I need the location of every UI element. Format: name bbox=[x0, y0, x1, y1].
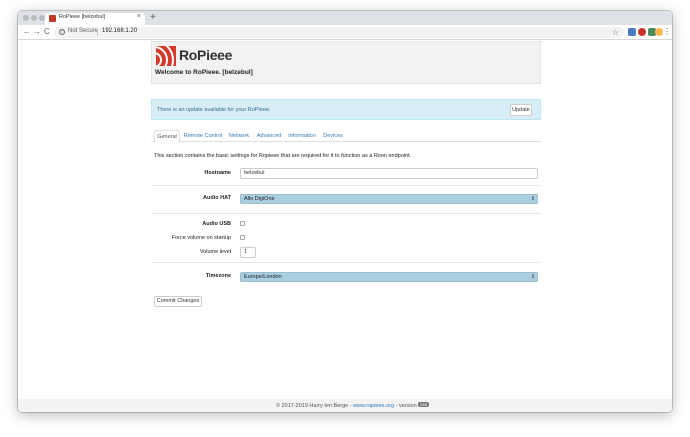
hostname-input[interactable]: belzebul bbox=[240, 168, 538, 179]
page-footer: © 2017-2019 Harry ten Berge - www.ropiee… bbox=[18, 399, 672, 412]
section-intro: This section contains the basic settings… bbox=[154, 153, 412, 159]
audio-hat-select[interactable]: Allo DigiOne ⇕ bbox=[240, 194, 538, 204]
timezone-selected: Europe/London bbox=[244, 274, 282, 280]
version-prefix: - version bbox=[394, 403, 419, 409]
tab-strip: RoPieee [belzebul] × + bbox=[18, 11, 672, 25]
volume-level-label: Volume level bbox=[199, 249, 231, 255]
address-bar[interactable]: i Not Secure 192.168.1.20 ☆ bbox=[54, 27, 624, 38]
ropieee-favicon-icon bbox=[49, 15, 56, 22]
audio-hat-selected: Allo DigiOne bbox=[244, 196, 275, 202]
page-viewport: RoPieee Welcome to RoPieee. [belzebul] T… bbox=[18, 41, 672, 412]
ropieee-site-link[interactable]: www.ropieee.org bbox=[353, 403, 394, 409]
divider bbox=[151, 213, 541, 214]
copyright-text: © 2017-2019 Harry ten Berge - bbox=[276, 403, 354, 409]
page-header: RoPieee Welcome to RoPieee. [belzebul] bbox=[151, 41, 541, 84]
audio-usb-checkbox[interactable] bbox=[240, 221, 245, 226]
tab-title: RoPieee [belzebul] bbox=[59, 14, 106, 20]
forward-arrow-icon[interactable]: → bbox=[33, 26, 41, 38]
tab-remote-control[interactable]: Remote Control bbox=[183, 130, 223, 142]
divider bbox=[151, 262, 541, 263]
back-arrow-icon[interactable]: ← bbox=[23, 26, 31, 38]
url-text[interactable]: 192.168.1.20 bbox=[102, 28, 137, 34]
update-button[interactable]: Update bbox=[510, 104, 532, 116]
hostname-label: Hostname bbox=[204, 170, 231, 176]
force-volume-checkbox[interactable] bbox=[240, 235, 245, 240]
chevron-updown-icon: ⇕ bbox=[530, 196, 535, 202]
browser-toolbar: ← → C i Not Secure 192.168.1.20 ☆ ⋮ bbox=[18, 25, 672, 40]
browser-tab[interactable]: RoPieee [belzebul] × bbox=[45, 13, 145, 25]
version-badge: 255 bbox=[418, 402, 429, 407]
tab-advanced[interactable]: Advanced bbox=[255, 130, 283, 142]
force-volume-label: Force volume on startup bbox=[171, 235, 231, 241]
new-tab-button[interactable]: + bbox=[150, 11, 156, 25]
audio-usb-label: Audio USB bbox=[202, 221, 231, 227]
timezone-label: Timezone bbox=[205, 273, 231, 279]
profile-avatar-icon[interactable] bbox=[655, 28, 663, 36]
update-alert: There is an update available for your Ro… bbox=[151, 99, 541, 120]
browser-menu-icon[interactable]: ⋮ bbox=[663, 26, 671, 38]
settings-tabs: General Remote Control Network Advanced … bbox=[151, 130, 541, 143]
tab-information[interactable]: Information bbox=[286, 130, 318, 142]
tab-close-icon[interactable]: × bbox=[137, 13, 141, 20]
bookmark-star-icon[interactable]: ☆ bbox=[612, 27, 619, 38]
ropieee-logo-icon bbox=[156, 46, 176, 66]
divider bbox=[151, 185, 541, 186]
close-window-button[interactable] bbox=[23, 15, 29, 21]
info-icon[interactable]: i bbox=[59, 29, 65, 35]
security-indicator[interactable]: Not Secure bbox=[68, 28, 98, 34]
welcome-heading: Welcome to RoPieee. [belzebul] bbox=[155, 69, 253, 76]
tab-devices[interactable]: Devices bbox=[321, 130, 345, 142]
browser-window: RoPieee [belzebul] × + ← → C i Not Secur… bbox=[18, 11, 672, 412]
brand-name: RoPieee bbox=[179, 47, 233, 63]
chevron-updown-icon: ⇕ bbox=[530, 274, 535, 280]
minimize-window-button[interactable] bbox=[31, 15, 37, 21]
extension-icon[interactable] bbox=[628, 28, 636, 36]
extension-icon[interactable] bbox=[638, 28, 646, 36]
url-separator bbox=[97, 29, 98, 36]
volume-level-input[interactable]: 1 bbox=[240, 247, 256, 258]
timezone-select[interactable]: Europe/London ⇕ bbox=[240, 272, 538, 282]
footer-text: © 2017-2019 Harry ten Berge - www.ropiee… bbox=[276, 402, 429, 409]
alert-message: There is an update available for your Ro… bbox=[157, 107, 271, 113]
tab-network[interactable]: Network bbox=[226, 130, 252, 142]
reload-icon[interactable]: C bbox=[44, 26, 50, 38]
tab-general[interactable]: General bbox=[154, 130, 180, 143]
audio-hat-label: Audio HAT bbox=[202, 195, 231, 201]
commit-changes-button[interactable]: Commit Changes bbox=[154, 296, 202, 307]
